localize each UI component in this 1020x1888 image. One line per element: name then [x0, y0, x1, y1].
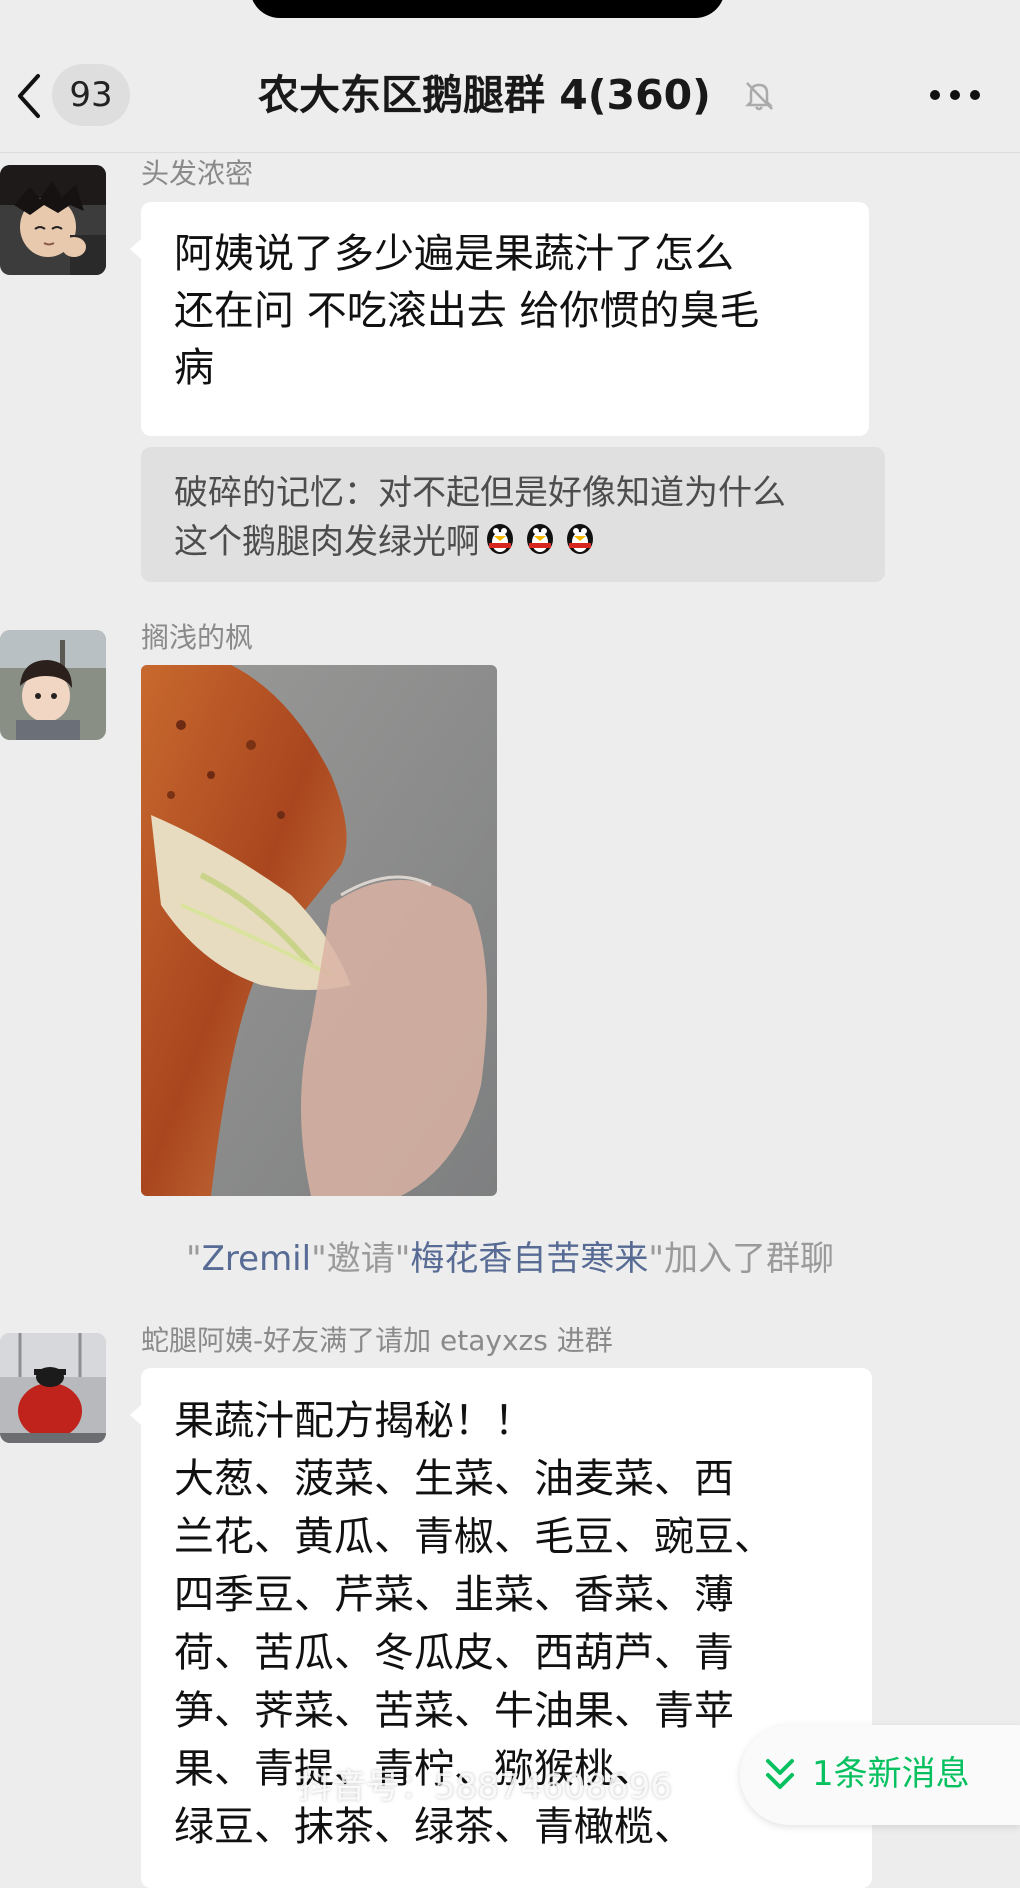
penguin-emoji-icon: [560, 517, 600, 570]
chat-title: 农大东区鹅腿群 4(360): [258, 71, 711, 119]
penguin-emoji-icon: [480, 517, 520, 570]
inviter-name[interactable]: Zremil: [202, 1239, 311, 1279]
double-chevron-down-icon: [766, 1759, 794, 1789]
watermark: 抖音号：58874608696: [298, 1767, 672, 1807]
message-image[interactable]: [141, 665, 497, 1196]
sender-name: 搁浅的枫: [141, 621, 254, 654]
device-notch: [250, 0, 725, 18]
back-button[interactable]: [10, 70, 50, 122]
penguin-emoji-icon: [520, 517, 560, 570]
message-text: 阿姨说了多少遍是果蔬汁了怎么 还在问 不吃滚出去 给你惯的臭毛 病: [174, 231, 760, 391]
avatar[interactable]: [0, 1333, 106, 1443]
invitee-name[interactable]: 梅花香自苦寒来: [410, 1239, 648, 1279]
more-options-button[interactable]: [928, 80, 982, 110]
new-messages-button[interactable]: 1条新消息: [740, 1725, 1020, 1825]
chevron-left-icon: [18, 74, 40, 118]
chat-header: 93 农大东区鹅腿群 4(360): [0, 40, 1020, 153]
more-dots-icon: [930, 90, 980, 100]
unread-count-badge[interactable]: 93: [52, 64, 130, 126]
new-messages-label: 1条新消息: [812, 1754, 970, 1794]
sender-name: 蛇腿阿姨-好友满了请加 etayxzs 进群: [141, 1324, 613, 1357]
avatar[interactable]: [0, 630, 106, 740]
sender-name: 头发浓密: [141, 157, 254, 190]
system-notice: "Zremil"邀请"梅花香自苦寒来"加入了群聊: [185, 1239, 835, 1279]
quoted-message[interactable]: 破碎的记忆：对不起但是好像知道为什么 这个鹅腿肉发绿光啊: [141, 447, 885, 582]
bell-off-icon: [742, 78, 776, 112]
message-bubble[interactable]: 阿姨说了多少遍是果蔬汁了怎么 还在问 不吃滚出去 给你惯的臭毛 病: [130, 202, 869, 436]
avatar[interactable]: [0, 165, 106, 275]
quoted-text: 破碎的记忆：对不起但是好像知道为什么 这个鹅腿肉发绿光啊: [174, 469, 864, 570]
